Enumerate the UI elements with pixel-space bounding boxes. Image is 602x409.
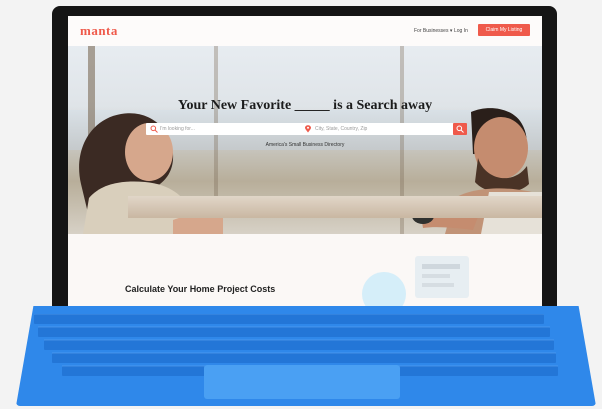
location-input[interactable]: City, State, Country, Zip	[315, 126, 367, 132]
login-link[interactable]: Log In	[454, 28, 468, 34]
top-navigation: manta For Businesses ▾ Log In Claim My L…	[68, 16, 542, 46]
search-button[interactable]	[453, 123, 467, 135]
calculator-promo-graphic	[362, 256, 469, 306]
trackpad[interactable]	[204, 365, 400, 399]
manta-logo[interactable]: manta	[80, 23, 118, 39]
search-icon	[150, 125, 158, 133]
hero-image: Your New Favorite _____ is a Search away…	[68, 46, 542, 234]
search-icon	[456, 125, 464, 133]
hero-subline: America's Small Business Directory	[265, 142, 345, 148]
for-businesses-menu[interactable]: For Businesses ▾	[414, 28, 452, 34]
keyword-input[interactable]: I'm looking for...	[160, 126, 195, 132]
location-pin-icon	[305, 125, 311, 133]
claim-listing-button[interactable]: Claim My Listing	[478, 24, 530, 36]
tablet-screen: manta For Businesses ▾ Log In Claim My L…	[68, 16, 542, 306]
search-bar[interactable]: I'm looking for... City, State, Country,…	[146, 123, 461, 135]
cafe-table	[128, 196, 542, 218]
hero-headline: Your New Favorite _____ is a Search away	[177, 98, 433, 113]
calculator-title: Calculate Your Home Project Costs	[125, 284, 276, 294]
